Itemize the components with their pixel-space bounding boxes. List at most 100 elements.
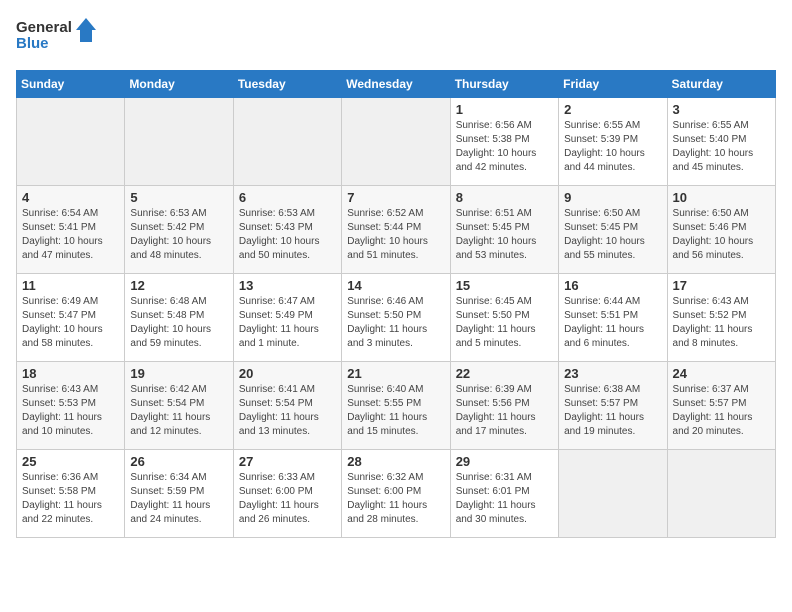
day-cell: 12 Sunrise: 6:48 AM Sunset: 5:48 PM Dayli… [125,274,233,362]
day-info: Sunrise: 6:33 AM Sunset: 6:00 PM Dayligh… [239,471,336,527]
logo: General Blue [16,16,96,58]
day-cell: 26 Sunrise: 6:34 AM Sunset: 5:59 PM Dayli… [125,450,233,538]
col-header-wednesday: Wednesday [342,71,450,98]
day-info: Sunrise: 6:52 AM Sunset: 5:44 PM Dayligh… [347,207,444,263]
day-cell: 17 Sunrise: 6:43 AM Sunset: 5:52 PM Dayli… [667,274,775,362]
col-header-thursday: Thursday [450,71,558,98]
day-number: 9 [564,190,661,205]
day-cell [125,98,233,186]
day-cell: 24 Sunrise: 6:37 AM Sunset: 5:57 PM Dayli… [667,362,775,450]
day-cell: 29 Sunrise: 6:31 AM Sunset: 6:01 PM Dayli… [450,450,558,538]
day-number: 12 [130,278,227,293]
day-cell: 18 Sunrise: 6:43 AM Sunset: 5:53 PM Dayli… [17,362,125,450]
day-cell: 11Sunrise: 6:49 AM Sunset: 5:47 PM Dayli… [17,274,125,362]
svg-text:General: General [16,19,72,36]
day-number: 2 [564,102,661,117]
day-info: Sunrise: 6:43 AM Sunset: 5:52 PM Dayligh… [673,295,770,351]
header: General Blue [16,16,776,58]
day-cell [17,98,125,186]
day-info: Sunrise: 6:48 AM Sunset: 5:48 PM Dayligh… [130,295,227,351]
day-cell: 22 Sunrise: 6:39 AM Sunset: 5:56 PM Dayli… [450,362,558,450]
day-info: Sunrise: 6:51 AM Sunset: 5:45 PM Dayligh… [456,207,553,263]
day-cell: 3 Sunrise: 6:55 AM Sunset: 5:40 PM Daylig… [667,98,775,186]
day-number: 13 [239,278,336,293]
day-info: Sunrise: 6:41 AM Sunset: 5:54 PM Dayligh… [239,383,336,439]
day-cell: 8Sunrise: 6:51 AM Sunset: 5:45 PM Daylig… [450,186,558,274]
week-row-3: 18 Sunrise: 6:43 AM Sunset: 5:53 PM Dayli… [17,362,776,450]
day-info: Sunrise: 6:39 AM Sunset: 5:56 PM Dayligh… [456,383,553,439]
day-number: 21 [347,366,444,381]
day-number: 19 [130,366,227,381]
day-number: 17 [673,278,770,293]
day-info: Sunrise: 6:55 AM Sunset: 5:40 PM Dayligh… [673,119,770,175]
day-cell: 25 Sunrise: 6:36 AM Sunset: 5:58 PM Dayli… [17,450,125,538]
day-number: 10 [673,190,770,205]
day-number: 25 [22,454,119,469]
day-number: 6 [239,190,336,205]
day-number: 28 [347,454,444,469]
day-info: Sunrise: 6:45 AM Sunset: 5:50 PM Dayligh… [456,295,553,351]
day-cell: 1 Sunrise: 6:56 AM Sunset: 5:38 PM Daylig… [450,98,558,186]
day-cell [667,450,775,538]
day-info: Sunrise: 6:49 AM Sunset: 5:47 PM Dayligh… [22,295,119,351]
day-info: Sunrise: 6:53 AM Sunset: 5:43 PM Dayligh… [239,207,336,263]
day-number: 3 [673,102,770,117]
day-number: 14 [347,278,444,293]
day-number: 18 [22,366,119,381]
day-info: Sunrise: 6:38 AM Sunset: 5:57 PM Dayligh… [564,383,661,439]
week-row-2: 11Sunrise: 6:49 AM Sunset: 5:47 PM Dayli… [17,274,776,362]
day-cell: 2 Sunrise: 6:55 AM Sunset: 5:39 PM Daylig… [559,98,667,186]
day-info: Sunrise: 6:42 AM Sunset: 5:54 PM Dayligh… [130,383,227,439]
day-number: 5 [130,190,227,205]
day-info: Sunrise: 6:36 AM Sunset: 5:58 PM Dayligh… [22,471,119,527]
day-info: Sunrise: 6:46 AM Sunset: 5:50 PM Dayligh… [347,295,444,351]
day-info: Sunrise: 6:47 AM Sunset: 5:49 PM Dayligh… [239,295,336,351]
day-cell: 21 Sunrise: 6:40 AM Sunset: 5:55 PM Dayli… [342,362,450,450]
col-header-saturday: Saturday [667,71,775,98]
day-info: Sunrise: 6:43 AM Sunset: 5:53 PM Dayligh… [22,383,119,439]
day-cell: 6 Sunrise: 6:53 AM Sunset: 5:43 PM Daylig… [233,186,341,274]
day-number: 1 [456,102,553,117]
week-row-0: 1 Sunrise: 6:56 AM Sunset: 5:38 PM Daylig… [17,98,776,186]
day-cell: 27Sunrise: 6:33 AM Sunset: 6:00 PM Dayli… [233,450,341,538]
day-number: 15 [456,278,553,293]
day-number: 26 [130,454,227,469]
day-cell [559,450,667,538]
day-info: Sunrise: 6:56 AM Sunset: 5:38 PM Dayligh… [456,119,553,175]
day-cell: 14 Sunrise: 6:46 AM Sunset: 5:50 PM Dayli… [342,274,450,362]
col-header-sunday: Sunday [17,71,125,98]
day-info: Sunrise: 6:54 AM Sunset: 5:41 PM Dayligh… [22,207,119,263]
day-info: Sunrise: 6:53 AM Sunset: 5:42 PM Dayligh… [130,207,227,263]
logo-svg: General Blue [16,16,96,58]
day-info: Sunrise: 6:50 AM Sunset: 5:45 PM Dayligh… [564,207,661,263]
day-info: Sunrise: 6:31 AM Sunset: 6:01 PM Dayligh… [456,471,553,527]
week-row-4: 25 Sunrise: 6:36 AM Sunset: 5:58 PM Dayli… [17,450,776,538]
day-info: Sunrise: 6:34 AM Sunset: 5:59 PM Dayligh… [130,471,227,527]
day-cell [233,98,341,186]
day-cell: 16 Sunrise: 6:44 AM Sunset: 5:51 PM Dayli… [559,274,667,362]
day-number: 24 [673,366,770,381]
header-row: SundayMondayTuesdayWednesdayThursdayFrid… [17,71,776,98]
day-cell: 23 Sunrise: 6:38 AM Sunset: 5:57 PM Dayli… [559,362,667,450]
day-cell [342,98,450,186]
svg-text:Blue: Blue [16,35,49,52]
day-number: 20 [239,366,336,381]
day-cell: 13 Sunrise: 6:47 AM Sunset: 5:49 PM Dayli… [233,274,341,362]
day-cell: 20 Sunrise: 6:41 AM Sunset: 5:54 PM Dayli… [233,362,341,450]
day-cell: 9 Sunrise: 6:50 AM Sunset: 5:45 PM Daylig… [559,186,667,274]
day-number: 4 [22,190,119,205]
col-header-friday: Friday [559,71,667,98]
day-info: Sunrise: 6:40 AM Sunset: 5:55 PM Dayligh… [347,383,444,439]
day-number: 22 [456,366,553,381]
day-info: Sunrise: 6:44 AM Sunset: 5:51 PM Dayligh… [564,295,661,351]
day-cell: 15 Sunrise: 6:45 AM Sunset: 5:50 PM Dayli… [450,274,558,362]
day-number: 29 [456,454,553,469]
day-info: Sunrise: 6:37 AM Sunset: 5:57 PM Dayligh… [673,383,770,439]
day-info: Sunrise: 6:55 AM Sunset: 5:39 PM Dayligh… [564,119,661,175]
day-number: 23 [564,366,661,381]
day-cell: 10Sunrise: 6:50 AM Sunset: 5:46 PM Dayli… [667,186,775,274]
day-number: 16 [564,278,661,293]
day-cell: 5 Sunrise: 6:53 AM Sunset: 5:42 PM Daylig… [125,186,233,274]
day-cell: 7Sunrise: 6:52 AM Sunset: 5:44 PM Daylig… [342,186,450,274]
col-header-monday: Monday [125,71,233,98]
